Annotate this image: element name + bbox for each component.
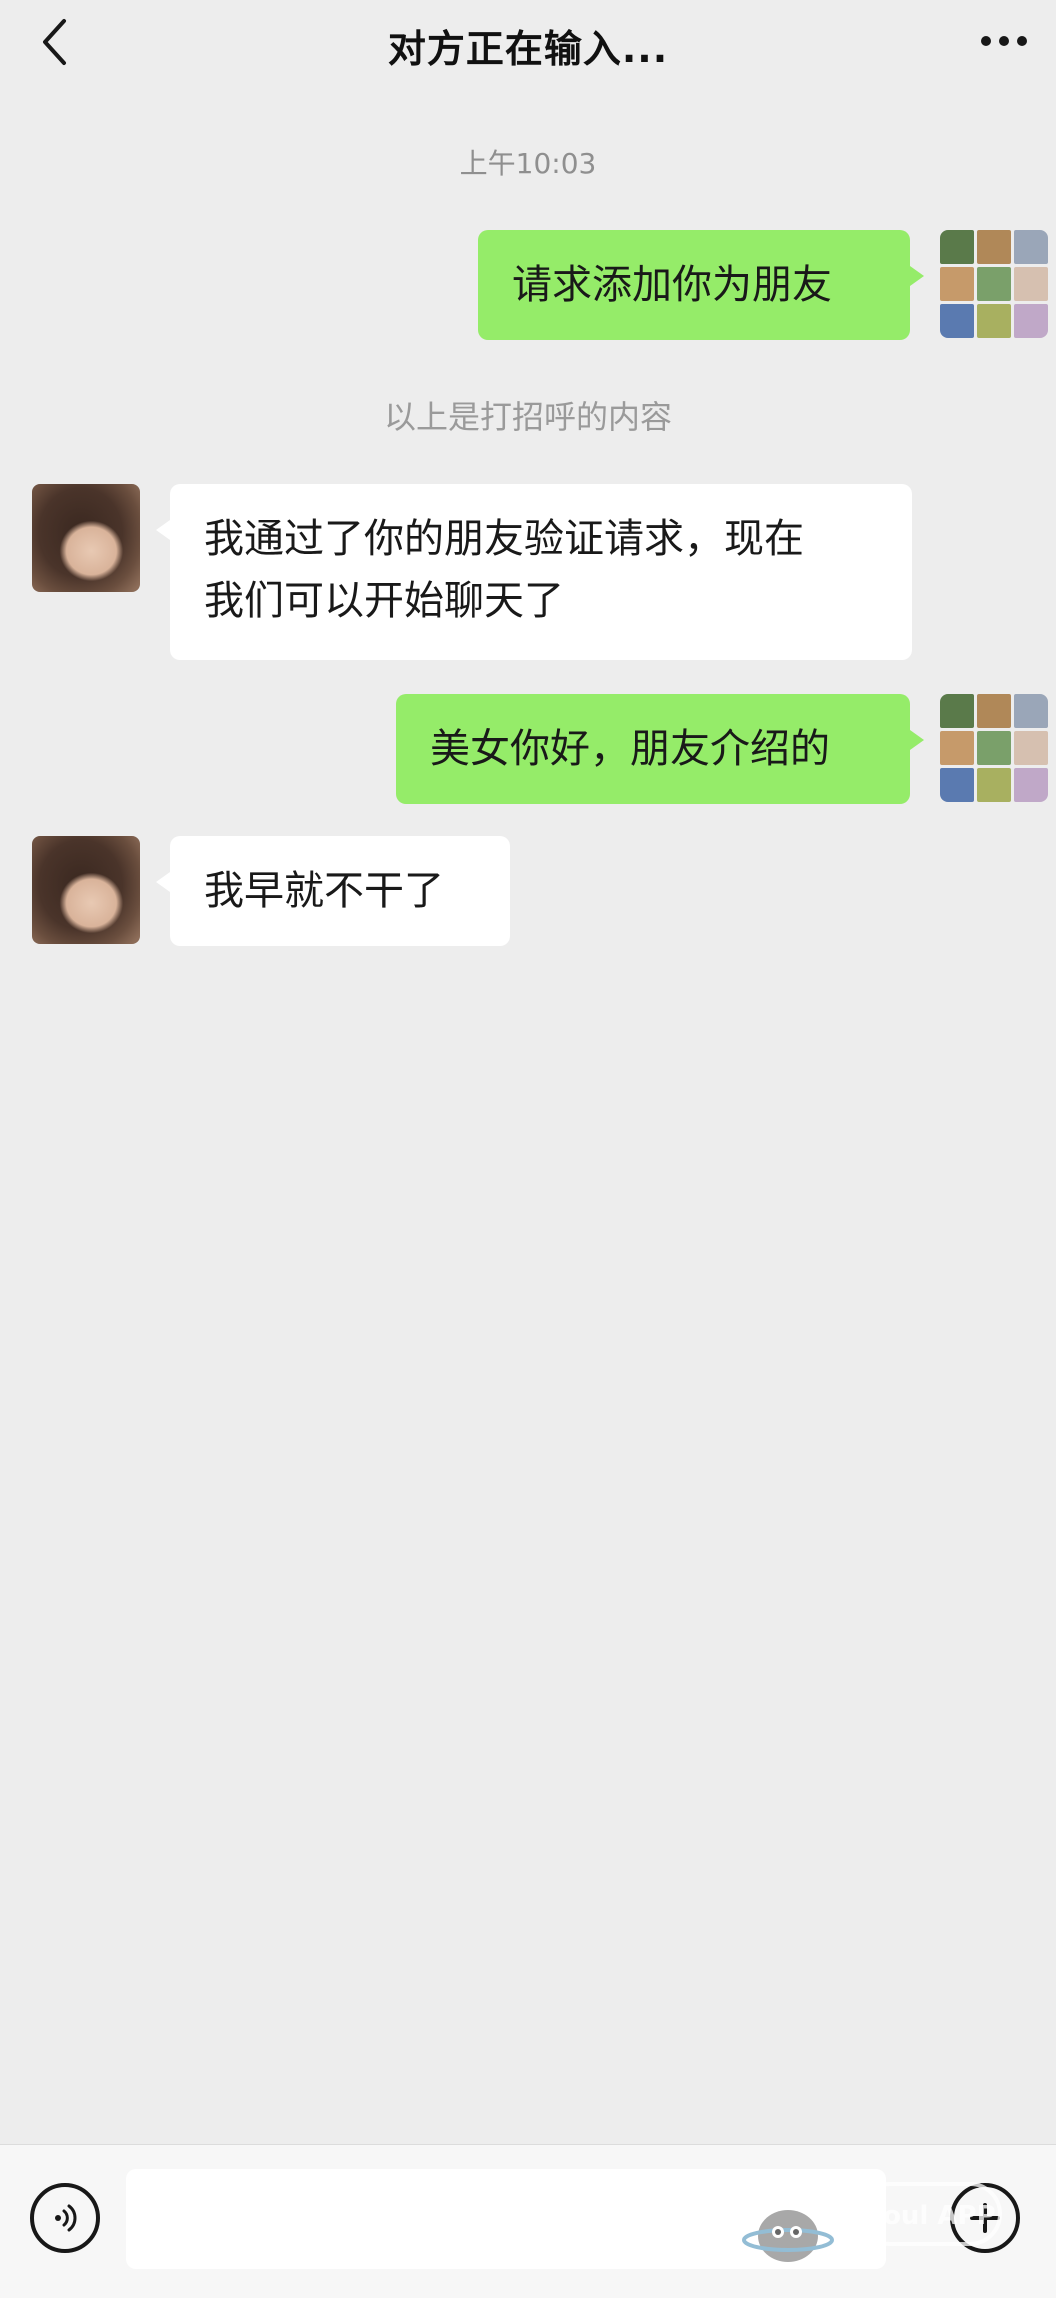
chat-title: 对方正在输入...	[387, 27, 669, 71]
soul-app-watermark: Soul APP	[730, 2170, 1030, 2280]
watermark-text: Soul APP	[864, 2201, 995, 2231]
more-options-button[interactable]	[974, 16, 1034, 66]
message-text-line: 我们可以开始聊天了	[204, 578, 564, 624]
contact-avatar[interactable]	[32, 484, 140, 592]
ellipsis-icon	[981, 36, 1027, 46]
my-avatar[interactable]	[940, 230, 1048, 338]
message-bubble-sent[interactable]: 美女你好，朋友介绍的	[396, 694, 924, 804]
message-text: 请求添加你为朋友	[512, 262, 832, 308]
system-note: 以上是打招呼的内容	[383, 398, 672, 436]
message-text: 我早就不干了	[204, 868, 444, 914]
message-text: 美女你好，朋友介绍的	[430, 726, 830, 772]
message-timestamp: 上午10:03	[459, 147, 597, 180]
contact-avatar[interactable]	[32, 836, 140, 944]
my-avatar[interactable]	[940, 694, 1048, 802]
chat-header: 对方正在输入...	[0, 0, 1056, 84]
voice-input-button[interactable]	[30, 2183, 100, 2253]
message-bubble-sent[interactable]: 请求添加你为朋友	[478, 230, 924, 340]
message-bubble-received[interactable]: 我通过了你的朋友验证请求，现在 我们可以开始聊天了	[156, 484, 912, 660]
voice-icon	[55, 2204, 77, 2232]
message-bubble-received[interactable]: 我早就不干了	[156, 836, 510, 946]
message-text-line: 我通过了你的朋友验证请求，现在	[204, 516, 804, 562]
